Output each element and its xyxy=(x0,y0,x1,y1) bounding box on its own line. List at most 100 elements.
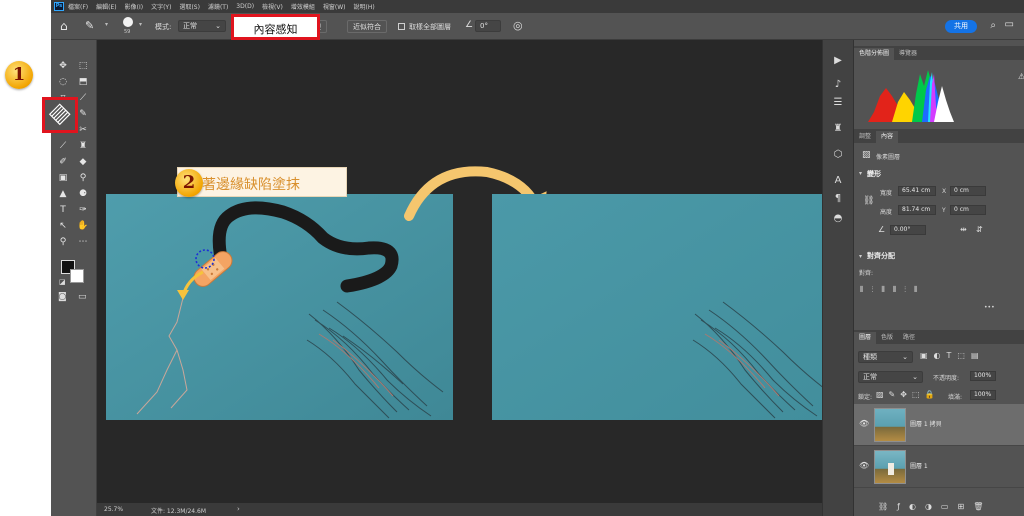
status-arrow-icon[interactable]: › xyxy=(237,505,240,513)
hand-tool-icon[interactable]: ✋ xyxy=(77,220,89,232)
brush-preview-icon[interactable] xyxy=(123,17,133,27)
artboard-tool-icon[interactable]: ⬚ xyxy=(77,60,89,72)
more-tools-icon[interactable]: ⋯ xyxy=(77,236,89,248)
proximity-match-button[interactable]: 近似符合 xyxy=(347,20,387,33)
angle-field-properties[interactable]: 0.00° xyxy=(890,225,926,235)
sample-all-label: 取樣全部圖層 xyxy=(409,23,451,31)
layer-action-icons[interactable]: ⛓ƒ◐◑▭⊞🗑 xyxy=(878,502,992,511)
menu-select[interactable]: 選取(S) xyxy=(179,2,200,11)
histogram-warning-icon[interactable]: ⚠ xyxy=(1018,72,1024,81)
3d-cube-icon[interactable]: ⬡ xyxy=(831,148,845,162)
healing-brush-tool-icon[interactable]: ✎ xyxy=(77,108,89,120)
default-colors-icon[interactable]: ◪ xyxy=(59,278,66,286)
history-brush-tool-icon[interactable]: ♜ xyxy=(77,140,89,152)
menu-plugins[interactable]: 增效模組 xyxy=(291,2,315,11)
blend-mode-select[interactable]: 正常 ⌄ xyxy=(858,371,923,383)
collapsed-panel-strip: ▶ ♪ ☰ ♜ ⬡ A ¶ ◓ xyxy=(822,40,854,516)
tab-paths[interactable]: 路徑 xyxy=(898,332,920,344)
glyphs-icon[interactable]: ◓ xyxy=(831,212,845,226)
character-icon[interactable]: A xyxy=(831,174,845,188)
clone-stamp-tool-icon[interactable]: ⟋ xyxy=(57,140,69,152)
menu-type[interactable]: 文字(Y) xyxy=(151,2,171,11)
object-select-tool-icon[interactable]: ⬒ xyxy=(77,76,89,88)
align-title: 對齊分配 xyxy=(867,252,895,260)
flip-horizontal-icon[interactable]: ⇹ xyxy=(960,225,967,234)
chevron-down-icon: ⌄ xyxy=(912,373,918,381)
tab-properties[interactable]: 內容 xyxy=(876,131,899,143)
visibility-eye-icon[interactable]: 👁 xyxy=(859,461,869,470)
pressure-size-icon[interactable]: ◎ xyxy=(513,19,523,32)
menu-image[interactable]: 影像(I) xyxy=(125,2,143,11)
play-icon[interactable]: ▶ xyxy=(831,54,845,68)
menu-3d[interactable]: 3D(D) xyxy=(236,3,254,10)
menu-edit[interactable]: 編輯(E) xyxy=(96,2,116,11)
height-field[interactable]: 81.74 cm xyxy=(898,205,936,215)
right-panels: 色階分佈圖 導覽器 ⚠ 調整 內容 ▨ 像素圖層 ▾ 變形 寬度 65.41 c… xyxy=(854,40,1024,516)
lock-icons[interactable]: ▨✎✥⬚🔒 xyxy=(876,390,939,399)
fill-field[interactable]: 100% xyxy=(970,390,996,400)
paragraph-icon[interactable]: ¶ xyxy=(831,192,845,206)
layer-row-copy[interactable]: 👁 圖層 1 拷貝 xyxy=(854,404,1024,446)
workspace-icon[interactable]: ▭ xyxy=(1005,19,1014,30)
align-label: 對齊: xyxy=(859,270,874,277)
smudge-tool-icon[interactable]: ⚈ xyxy=(77,188,89,200)
quick-mask-icon[interactable]: ◙ xyxy=(58,292,67,302)
tab-navigator[interactable]: 導覽器 xyxy=(894,48,922,60)
spot-healing-preset-icon[interactable]: ✎ xyxy=(85,19,94,32)
opacity-field[interactable]: 100% xyxy=(970,371,996,381)
width-field[interactable]: 65.41 cm xyxy=(898,186,936,196)
flip-vertical-icon[interactable]: ⇵ xyxy=(976,225,983,234)
mode-select[interactable]: 正常 ⌄ xyxy=(178,20,226,32)
lasso-tool-icon[interactable]: ◌ xyxy=(57,76,69,88)
dodge-tool-icon[interactable]: ⚲ xyxy=(77,172,89,184)
menu-help[interactable]: 說明(H) xyxy=(353,2,374,11)
brush-tool-icon[interactable]: ✂ xyxy=(77,124,89,136)
pen-tool-icon[interactable]: ▲ xyxy=(57,188,69,200)
layer-filter-select[interactable]: 種類 ⌄ xyxy=(858,351,913,363)
content-aware-button[interactable]: 內容感知 xyxy=(231,14,320,40)
selection-arrow-icon[interactable]: ↖ xyxy=(57,220,69,232)
menu-file[interactable]: 檔案(F) xyxy=(68,2,88,11)
type-tool-icon[interactable]: T xyxy=(57,204,69,216)
layer-filter-icons[interactable]: ▣◐T⬚▤ xyxy=(920,351,985,360)
tab-channels[interactable]: 色版 xyxy=(876,332,898,344)
screen-mode-icon[interactable]: ▭ xyxy=(78,292,87,302)
transform-collapse-icon[interactable]: ▾ xyxy=(859,170,862,177)
spot-healing-tool-highlight[interactable]: ▤ xyxy=(42,97,78,133)
sample-all-checkbox[interactable] xyxy=(398,23,405,30)
transform-title: 變形 xyxy=(867,170,881,178)
y-field[interactable]: 0 cm xyxy=(950,205,986,215)
visibility-eye-icon[interactable]: 👁 xyxy=(859,419,869,428)
layer-row-base[interactable]: 👁 圖層 1 xyxy=(854,446,1024,488)
gradient-tool-icon[interactable]: ◆ xyxy=(77,156,89,168)
share-button[interactable]: 共用 xyxy=(945,20,977,33)
histogram-tabs: 色階分佈圖 導覽器 xyxy=(854,46,1024,60)
adjustments-icon[interactable]: ☰ xyxy=(831,96,845,110)
angle-field[interactable]: 0° xyxy=(475,20,501,32)
tab-layers[interactable]: 圖層 xyxy=(854,332,877,344)
more-options-icon[interactable]: ••• xyxy=(984,304,995,311)
menu-view[interactable]: 檢視(V) xyxy=(262,2,283,11)
tab-histogram[interactable]: 色階分佈圖 xyxy=(854,48,895,60)
blur-tool-icon[interactable]: ▣ xyxy=(57,172,69,184)
link-dimensions-icon[interactable]: ⛓ xyxy=(863,196,874,206)
brush-settings-icon[interactable]: ♪ xyxy=(831,78,845,92)
search-icon[interactable]: ⌕ xyxy=(990,20,996,31)
path-tool-icon[interactable]: ✑ xyxy=(77,204,89,216)
home-icon[interactable]: ⌂ xyxy=(60,19,68,33)
x-field[interactable]: 0 cm xyxy=(950,186,986,196)
photoshop-logo-icon: Ps xyxy=(54,2,64,11)
eyedropper-tool-icon[interactable]: ⟋ xyxy=(77,92,89,104)
background-color-swatch[interactable] xyxy=(70,269,84,283)
eraser-tool-icon[interactable]: ✐ xyxy=(57,156,69,168)
zoom-tool-icon[interactable]: ⚲ xyxy=(57,236,69,248)
tab-adjustments[interactable]: 調整 xyxy=(854,131,876,143)
clone-source-icon[interactable]: ♜ xyxy=(831,122,845,136)
brush-dropdown-icon[interactable]: ▾ xyxy=(139,21,142,28)
preset-dropdown-icon[interactable]: ▾ xyxy=(105,21,108,28)
align-collapse-icon[interactable]: ▾ xyxy=(859,253,862,260)
menu-window[interactable]: 視窗(W) xyxy=(323,2,346,11)
menu-filter[interactable]: 濾鏡(T) xyxy=(208,2,228,11)
align-buttons[interactable]: ⫴⫶⫴⫴⫶⫴ xyxy=(860,285,925,295)
move-tool-icon[interactable]: ✥ xyxy=(57,60,69,72)
